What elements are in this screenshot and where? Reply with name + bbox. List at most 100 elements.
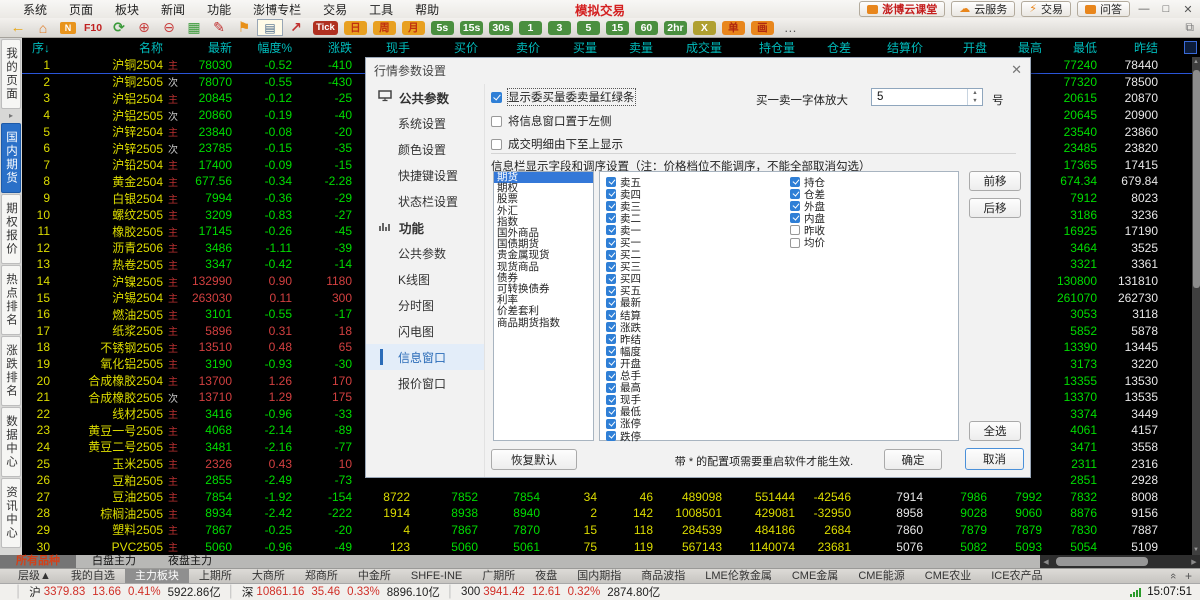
market-tab[interactable]: 商品波指 <box>631 569 695 583</box>
checkbox[interactable] <box>491 138 502 150</box>
dialog-close-icon[interactable]: ✕ <box>1011 62 1022 78</box>
checkbox[interactable] <box>606 310 616 321</box>
dialog-nav-item[interactable]: 功能 <box>366 214 484 240</box>
move-forward-button[interactable]: 前移 <box>969 171 1021 191</box>
stepper-up-icon[interactable]: ▲ <box>968 89 982 97</box>
sidebar-tab[interactable]: 国内期货 <box>1 123 21 193</box>
view-tab[interactable]: 白盘主力 <box>76 555 152 568</box>
board-icon[interactable]: ▦ <box>182 19 206 36</box>
menu-item[interactable]: 页面 <box>58 1 104 18</box>
checkbox[interactable] <box>606 273 616 284</box>
toolbar-badge-周[interactable]: 周 <box>372 20 396 35</box>
checkbox[interactable] <box>606 334 616 345</box>
sidebar-collapse-icon[interactable]: ▸ <box>0 110 22 122</box>
column-header[interactable]: 名称 <box>55 39 168 56</box>
market-tab[interactable]: 大商所 <box>242 569 295 583</box>
checkbox[interactable] <box>606 382 616 393</box>
menu-item[interactable]: 新闻 <box>150 1 196 18</box>
column-header[interactable]: 买量 <box>545 39 602 56</box>
toolbar-badge-x[interactable]: X <box>692 20 716 35</box>
font-zoom-stepper[interactable]: 5 ▲ ▼ <box>871 88 983 106</box>
zoom-in-icon[interactable]: ⊕ <box>132 19 156 36</box>
market-tab[interactable]: CME能源 <box>848 569 914 583</box>
menu-item[interactable]: 工具 <box>358 1 404 18</box>
menu-item[interactable]: 板块 <box>104 1 150 18</box>
column-header[interactable]: 仓差 <box>800 39 856 56</box>
toolbar-badge-单[interactable]: 单 <box>721 20 745 35</box>
column-header[interactable]: 结算价 <box>856 39 928 56</box>
market-tab[interactable]: SHFE-INE <box>401 569 472 583</box>
checkbox[interactable] <box>790 177 800 188</box>
news-badge-icon[interactable]: N <box>60 21 76 34</box>
sidebar-tab[interactable]: 我的页面 <box>1 39 21 109</box>
scroll-right-icon[interactable]: ▶ <box>1188 558 1200 566</box>
column-header[interactable]: 买价 <box>415 39 483 56</box>
dialog-nav-item[interactable]: 分时图 <box>366 292 484 318</box>
column-header[interactable]: 幅度% <box>237 39 297 56</box>
checkbox[interactable] <box>606 213 616 224</box>
toolbar-badge-2hr[interactable]: 2hr <box>663 20 687 35</box>
checkbox[interactable] <box>606 249 616 260</box>
menu-button[interactable]: 问答 <box>1077 1 1130 17</box>
category-item[interactable]: 价差套利 <box>494 306 593 317</box>
checkbox[interactable] <box>606 418 616 429</box>
market-tab[interactable]: CME农业 <box>915 569 981 583</box>
checkbox[interactable] <box>606 261 616 272</box>
market-tab[interactable]: 中金所 <box>348 569 401 583</box>
checkbox[interactable] <box>491 115 502 127</box>
view-tab[interactable]: 夜盘主力 <box>152 555 228 568</box>
market-tab[interactable]: 广期所 <box>472 569 525 583</box>
add-icon[interactable]: + <box>1185 569 1192 583</box>
dialog-nav-item[interactable]: 状态栏设置 <box>366 188 484 214</box>
market-tab[interactable]: 我的自选 <box>61 569 125 583</box>
checkbox[interactable] <box>606 237 616 248</box>
category-listbox[interactable]: 期货 期权 股票 外汇 指数 国外商品 国债期货 贵金属现货 现货商品 债券 可转换债券 利率 价差套利… <box>493 171 594 441</box>
column-header[interactable]: 最低 <box>1047 39 1102 56</box>
checkbox[interactable] <box>790 189 800 200</box>
checkbox[interactable] <box>491 91 502 103</box>
toolbar-badge-3[interactable]: 3 <box>547 20 571 35</box>
vertical-scroll-thumb[interactable] <box>1192 70 1200 288</box>
column-header[interactable]: 昨结 <box>1102 39 1163 56</box>
toolbar-badge-15s[interactable]: 15s <box>459 20 484 35</box>
checkbox[interactable] <box>606 358 616 369</box>
column-header[interactable]: 最新 <box>184 39 237 56</box>
refresh-icon[interactable]: ⟳ <box>107 19 131 36</box>
category-item[interactable]: 贵金属现货 <box>494 250 593 261</box>
restore-defaults-button[interactable]: 恢复默认 <box>491 449 577 470</box>
menu-item[interactable]: 帮助 <box>404 1 450 18</box>
sidebar-tab[interactable]: 数据中心 <box>1 407 21 477</box>
table-row[interactable]: 30 PVC2505 主 5060 -0.96 -49 123 5060 5061 75 119 56… <box>22 538 1200 555</box>
table-row[interactable]: 29 塑料2505 主 7867 -0.25 -20 4 7867 7870 15 118 28453… <box>22 522 1200 539</box>
dialog-nav-item[interactable]: K线图 <box>366 266 484 292</box>
dialog-nav-item[interactable]: 系统设置 <box>366 110 484 136</box>
checkbox[interactable] <box>606 285 616 296</box>
column-header[interactable]: 成交量 <box>658 39 727 56</box>
home-icon[interactable]: ⌂ <box>31 19 55 36</box>
menu-button[interactable]: ⚡ 交易 <box>1021 1 1071 17</box>
f10-icon[interactable]: F10 <box>80 19 106 36</box>
toolbar-badge-5[interactable]: 5 <box>576 20 600 35</box>
horizontal-scrollbar[interactable]: ◀ ▶ <box>1040 555 1200 568</box>
cancel-button[interactable]: 取消 <box>965 448 1024 470</box>
column-header[interactable]: 卖价 <box>483 39 545 56</box>
menu-button[interactable]: ☁ 云服务 <box>951 1 1016 17</box>
column-header[interactable]: 序↓ <box>22 39 55 56</box>
menu-item[interactable]: 澎博专栏 <box>242 1 312 18</box>
market-tab[interactable]: 上期所 <box>189 569 242 583</box>
toolbar-badge-30s[interactable]: 30s <box>489 20 513 35</box>
stepper-down-icon[interactable]: ▼ <box>968 97 982 105</box>
market-tab[interactable]: CME金属 <box>782 569 848 583</box>
dialog-nav-item[interactable]: 公共参数 <box>366 240 484 266</box>
ok-button[interactable]: 确定 <box>884 449 942 470</box>
checkbox[interactable] <box>606 189 616 200</box>
sidebar-tab[interactable]: 资讯中心 <box>1 478 21 548</box>
scroll-left-icon[interactable]: ◀ <box>1040 558 1052 566</box>
scroll-down-icon[interactable]: ▼ <box>1192 545 1200 555</box>
flag-icon[interactable]: ⚑ <box>232 19 256 36</box>
checkbox[interactable] <box>606 322 616 333</box>
field-checkbox-item[interactable]: 跌停 <box>606 430 641 443</box>
checkbox[interactable] <box>790 201 800 212</box>
checkbox[interactable] <box>606 370 616 381</box>
toolbar-badge-tick[interactable]: Tick <box>313 20 338 35</box>
